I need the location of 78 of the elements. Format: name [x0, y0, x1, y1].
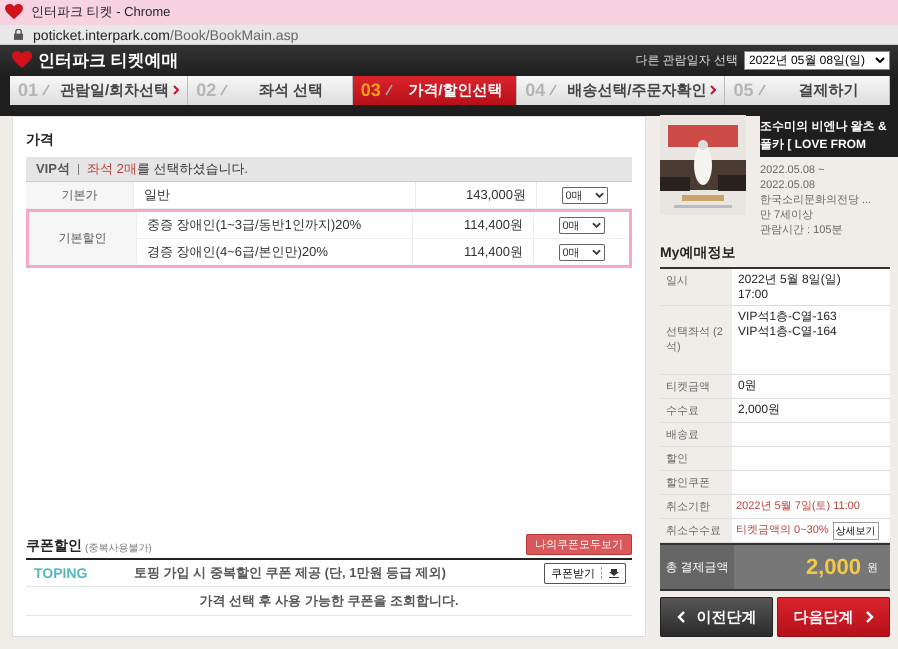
info-value: 17:00	[738, 287, 768, 302]
price-value: 143,000원	[415, 182, 537, 208]
price-value: 114,400원	[412, 239, 534, 265]
show-title: 조수미의 비엔나 왈츠 & 폴카 [ LOVE FROM	[760, 118, 888, 153]
info-value: 2,000원	[738, 402, 780, 417]
view-coupons-button[interactable]: 나의쿠폰모두보기	[526, 534, 632, 555]
quantity-dropdown[interactable]: 0매	[558, 244, 604, 260]
address-bar[interactable]: poticket.interpark.com/Book/BookMain.asp	[0, 24, 898, 46]
heart-icon	[12, 51, 32, 70]
quantity-dropdown[interactable]: 0매	[562, 186, 608, 204]
info-value: 0원	[738, 378, 757, 393]
chevron-left-icon	[676, 611, 684, 623]
slash-icon	[220, 84, 228, 96]
info-label: 배송료	[665, 428, 700, 443]
window-title: 인터파크 티켓 - Chrome	[31, 3, 170, 22]
slash-icon	[42, 84, 50, 96]
price-value: 114,400원	[412, 212, 534, 238]
info-value: 티켓금액의 0~30%	[736, 523, 829, 538]
coupon-message: 가격 선택 후 사용 가능한 쿠폰을 조회합니다.	[26, 587, 632, 616]
info-label: 수수료	[665, 404, 700, 419]
brand-logo: 인터파크 티켓예매	[38, 50, 179, 72]
previous-step-button[interactable]: 이전단계	[660, 597, 773, 637]
chevron-right-icon	[173, 85, 180, 96]
currency-unit: 원	[867, 560, 879, 574]
step-tab[interactable]: 04 배송선택/주문자확인	[517, 76, 726, 105]
chevron-right-icon	[710, 85, 716, 96]
info-label: 할인쿠폰	[665, 476, 711, 491]
group-label: 기본할인	[29, 212, 137, 265]
info-label: 취소기한	[665, 500, 711, 515]
info-value: 2022년 5월 8일(일)	[738, 272, 841, 287]
coupon-title: 쿠폰할인	[26, 537, 82, 555]
step-tab[interactable]: 03 가격/할인선택	[352, 76, 518, 105]
chevron-right-icon	[866, 611, 874, 623]
chevron-down-icon	[592, 222, 600, 228]
download-icon	[609, 568, 619, 578]
provider-logo: TOPING	[33, 565, 88, 581]
total-amount: 2,000	[804, 554, 862, 580]
coupon-note: (중복사용불가)	[85, 542, 152, 555]
group-label: 기본가	[26, 182, 134, 208]
heart-icon	[5, 4, 23, 20]
info-label: 일시	[665, 274, 689, 289]
next-step-button[interactable]: 다음단계	[777, 597, 890, 637]
info-label: 티켓금액	[665, 380, 711, 395]
price-type: 중증 장애인(1~3급/동반1인까지)20%	[146, 216, 362, 234]
slash-icon	[758, 84, 766, 96]
slash-icon	[384, 84, 393, 96]
chevron-down-icon	[594, 192, 604, 198]
show-detail: 2022.05.08	[760, 178, 816, 193]
step-tab[interactable]: 05 결제하기	[725, 76, 890, 105]
lock-icon	[14, 29, 23, 40]
url-text: poticket.interpark.com/Book/BookMain.asp	[33, 26, 298, 43]
show-detail: 만 7세이상	[760, 208, 814, 223]
step-tab[interactable]: 01 관람일/회차선택	[10, 76, 188, 105]
get-coupon-button[interactable]: 쿠폰받기	[544, 562, 626, 584]
selection-note: 좌석 2매를 선택하셨습니다.	[86, 160, 248, 178]
date-label: 다른 관람일자 선택	[635, 52, 738, 69]
show-detail: 관람시간 : 105분	[760, 223, 844, 238]
info-value: 2022년 5월 7일(토) 11:00	[736, 499, 860, 514]
info-value: VIP석1층-C열-163	[738, 309, 837, 324]
step-tab[interactable]: 02 좌석 선택	[188, 76, 353, 105]
price-type: 일반	[143, 186, 171, 204]
info-label: 할인	[665, 452, 689, 467]
total-label: 총 결제금액	[660, 545, 734, 589]
slash-icon	[549, 84, 558, 96]
show-detail: 한국소리문화의전당 ...	[760, 193, 872, 208]
info-value: VIP석1층-C열-164	[738, 324, 837, 339]
coupon-offer: 토핑 가입 시 중복할인 쿠폰 제공 (단, 1만원 등급 제외)	[134, 564, 448, 582]
info-label: 취소수수료	[665, 524, 722, 539]
price-type: 경증 장애인(4~6급/본인만)20%	[146, 243, 329, 261]
date-dropdown[interactable]: 2022년 05월 08일(일)	[744, 50, 890, 70]
info-label: 선택좌석 (2석)	[665, 325, 724, 355]
details-button[interactable]: 상세보기	[832, 522, 879, 540]
show-detail: 2022.05.08 ~	[760, 163, 826, 178]
chevron-down-icon	[592, 249, 600, 255]
section-title: 가격	[26, 131, 55, 149]
seat-grade: VIP석	[36, 160, 70, 178]
chevron-down-icon	[875, 57, 885, 64]
quantity-dropdown[interactable]: 0매	[558, 216, 604, 234]
